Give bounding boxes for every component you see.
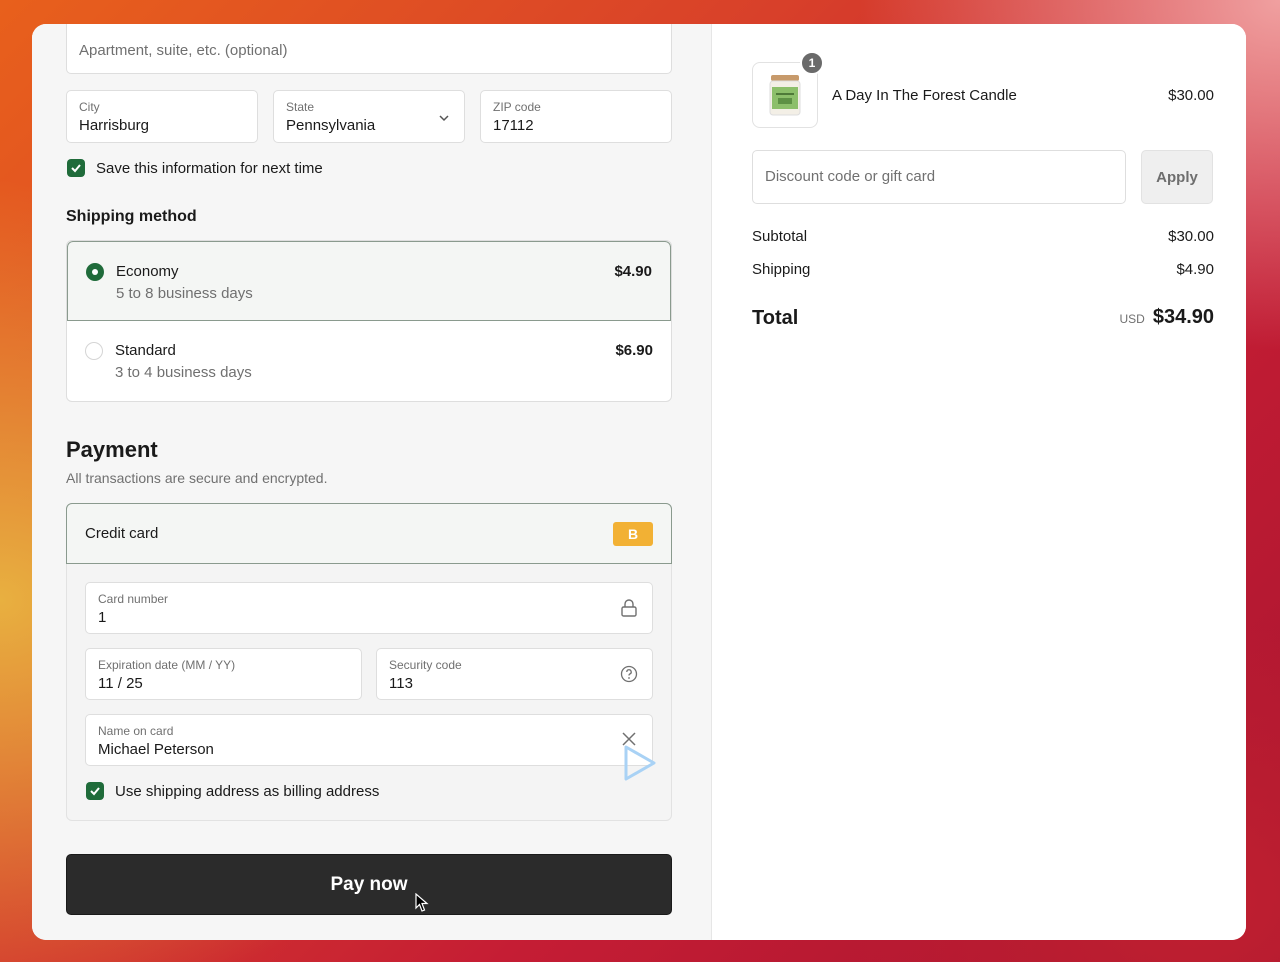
name-on-card-field[interactable]: Name on card Michael Peterson — [85, 714, 653, 766]
billing-address-label: Use shipping address as billing address — [115, 783, 380, 800]
city-field[interactable]: City Harrisburg — [66, 90, 258, 143]
credit-card-section: Credit card B Card number 1 Expiration d… — [66, 503, 672, 821]
economy-price: $4.90 — [614, 263, 652, 280]
apartment-placeholder: Apartment, suite, etc. (optional) — [79, 42, 288, 59]
check-icon — [71, 164, 81, 173]
play-icon — [623, 744, 657, 787]
expiry-label: Expiration date (MM / YY) — [98, 658, 236, 672]
economy-duration: 5 to 8 business days — [116, 285, 253, 302]
standard-radio[interactable] — [85, 342, 103, 360]
subtotal-label: Subtotal — [752, 228, 808, 245]
zip-field[interactable]: ZIP code 17112 — [480, 90, 672, 143]
currency-code: USD — [1119, 312, 1145, 326]
apartment-input[interactable]: Apartment, suite, etc. (optional) — [66, 24, 672, 74]
zip-value: 17112 — [493, 117, 534, 134]
product-name: A Day In The Forest Candle — [832, 87, 1017, 104]
apply-button[interactable]: Apply — [1141, 150, 1213, 204]
subtotal-value: $30.00 — [1168, 228, 1214, 245]
card-number-value: 1 — [98, 609, 107, 626]
help-circle-icon[interactable] — [620, 665, 638, 688]
payment-subtitle: All transactions are secure and encrypte… — [66, 470, 328, 486]
shipping-label: Shipping — [752, 261, 811, 278]
city-label: City — [79, 100, 100, 114]
billing-address-checkbox[interactable] — [86, 782, 104, 800]
standard-duration: 3 to 4 business days — [115, 364, 252, 381]
card-brand-badge: B — [613, 522, 653, 546]
security-code-value: 113 — [389, 675, 413, 692]
expiry-field[interactable]: Expiration date (MM / YY) 11 / 25 — [85, 648, 362, 700]
economy-name: Economy — [116, 263, 179, 280]
economy-radio[interactable] — [86, 263, 104, 281]
total-amount: USD $34.90 — [1119, 306, 1214, 329]
pay-now-button[interactable]: Pay now — [66, 854, 672, 915]
state-select[interactable]: State Pennsylvania — [273, 90, 465, 143]
total-label: Total — [752, 307, 799, 329]
shipping-value: $4.90 — [1176, 261, 1214, 278]
lock-icon — [620, 598, 638, 623]
product-price: $30.00 — [1168, 87, 1214, 104]
name-on-card-label: Name on card — [98, 724, 174, 738]
credit-card-option[interactable]: Credit card B — [66, 503, 672, 564]
card-number-label: Card number — [98, 592, 169, 606]
discount-code-input[interactable]: Discount code or gift card — [752, 150, 1126, 204]
save-info-checkbox[interactable] — [67, 159, 85, 177]
shipping-option-standard[interactable]: Standard 3 to 4 business days $6.90 — [67, 321, 671, 401]
quantity-badge: 1 — [800, 51, 824, 75]
chevron-down-icon — [438, 111, 450, 129]
zip-label: ZIP code — [493, 100, 541, 114]
check-icon — [90, 787, 100, 796]
standard-name: Standard — [115, 342, 176, 359]
shipping-method-title: Shipping method — [66, 208, 197, 225]
checkout-window: Apartment, suite, etc. (optional) City H… — [32, 24, 1246, 940]
card-number-field[interactable]: Card number 1 — [85, 582, 653, 634]
mouse-cursor-icon — [415, 892, 429, 918]
discount-placeholder: Discount code or gift card — [765, 168, 936, 185]
save-info-label: Save this information for next time — [96, 160, 323, 177]
shipping-options: Economy 5 to 8 business days $4.90 Stand… — [66, 240, 672, 402]
total-value: $34.90 — [1152, 306, 1214, 328]
credit-card-label: Credit card — [85, 525, 159, 542]
security-code-field[interactable]: Security code 113 — [376, 648, 653, 700]
city-value: Harrisburg — [79, 117, 150, 134]
checkout-form-panel: Apartment, suite, etc. (optional) City H… — [32, 24, 712, 940]
name-on-card-value: Michael Peterson — [98, 741, 214, 758]
expiry-value: 11 / 25 — [98, 675, 143, 692]
state-label: State — [286, 100, 315, 114]
security-code-label: Security code — [389, 658, 462, 672]
payment-title: Payment — [66, 437, 158, 462]
state-value: Pennsylvania — [286, 117, 376, 134]
standard-price: $6.90 — [615, 342, 653, 359]
shipping-option-economy[interactable]: Economy 5 to 8 business days $4.90 — [67, 241, 671, 321]
